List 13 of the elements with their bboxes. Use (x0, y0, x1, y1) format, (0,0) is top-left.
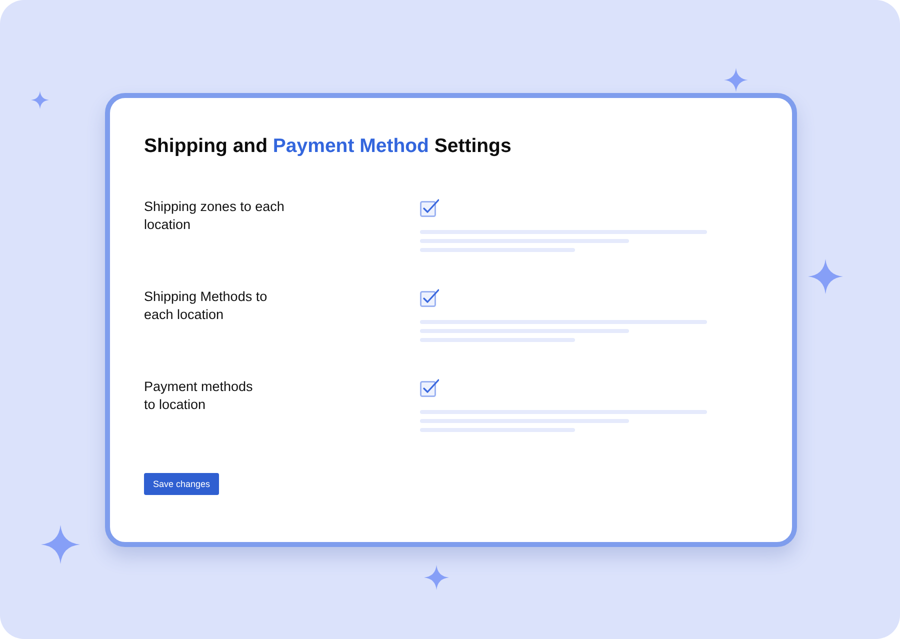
sparkle-icon (424, 565, 449, 590)
checkbox[interactable] (420, 379, 439, 397)
sparkle-icon (41, 525, 80, 564)
setting-label: Shipping Methods to each location (144, 288, 268, 324)
checkbox[interactable] (420, 289, 439, 307)
save-button[interactable]: Save changes (144, 473, 219, 495)
setting-label: Shipping zones to each location (144, 198, 284, 234)
sparkle-icon (724, 68, 748, 92)
sparkle-icon (31, 91, 49, 109)
page-title: Shipping and Payment Method Settings (144, 134, 512, 158)
sparkle-icon (808, 259, 843, 294)
setting-label: Payment methods to location (144, 378, 253, 414)
checkbox[interactable] (420, 199, 439, 217)
